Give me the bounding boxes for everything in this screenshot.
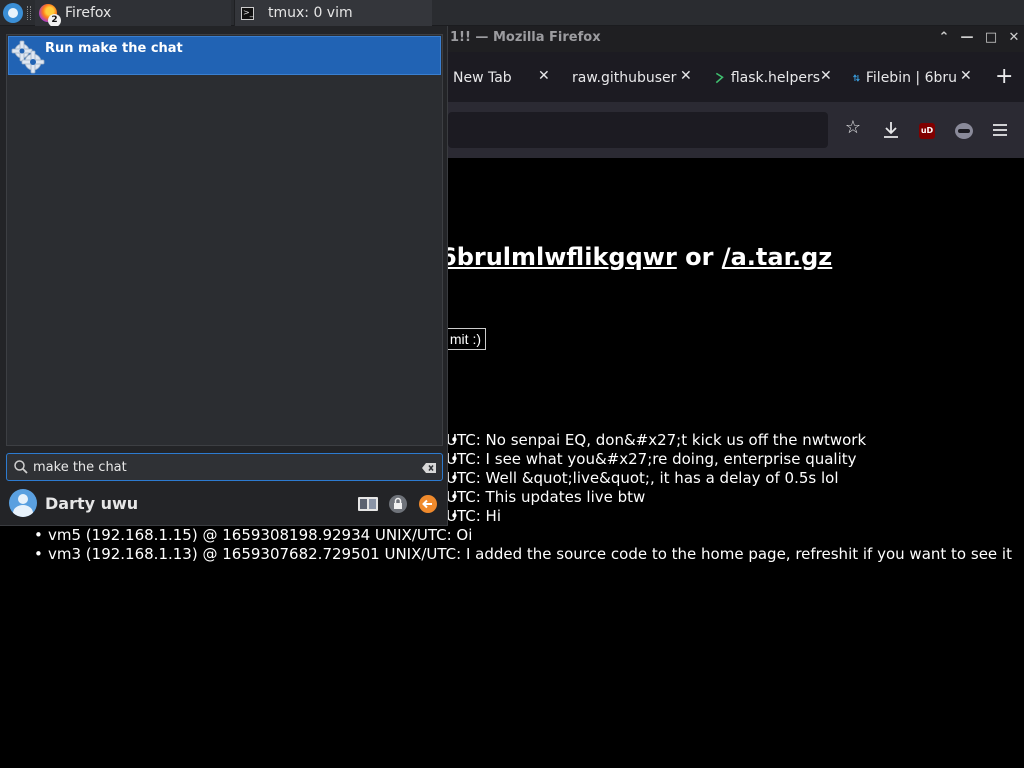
chat-message: vm5 (192.168.1.15) @ 1659308198.92934 UN… <box>30 526 1020 545</box>
tab-close-icon[interactable]: ✕ <box>538 68 550 84</box>
chat-message: UTC: Well &quot;live&quot;, it has a del… <box>446 469 1020 488</box>
launcher-results: Run make the chat <box>6 34 443 446</box>
ublock-icon[interactable]: uD <box>919 123 935 139</box>
new-tab-button[interactable]: + <box>995 64 1013 89</box>
tab-label: raw.githubuserc <box>572 70 677 86</box>
tab-raw-github[interactable]: raw.githubuserc <box>572 64 677 92</box>
chat-message: UTC: No senpai EQ, don&#x27;t kick us of… <box>446 431 1020 450</box>
window-title: 1!! — Mozilla Firefox <box>450 30 601 45</box>
tarball-link[interactable]: /a.tar.gz <box>722 243 832 271</box>
lock-icon[interactable] <box>387 494 409 514</box>
result-label: Run make the chat <box>45 41 183 56</box>
tab-filebin[interactable]: Filebin | 6bru <box>853 64 957 92</box>
launcher-search <box>6 453 443 481</box>
taskbar-item-label: tmux: 0 vim <box>268 5 353 21</box>
chat-message: UTC: Hi <box>446 507 1020 526</box>
username: Darty uwu <box>45 494 139 513</box>
restore-button[interactable]: □ <box>982 29 1000 47</box>
chat-message: UTC: I see what you&#x27;re doing, enter… <box>446 450 1020 469</box>
clear-search-icon[interactable] <box>421 462 437 474</box>
chat-message: vm3 (192.168.1.13) @ 1659307682.729501 U… <box>30 545 1020 564</box>
tab-close-icon[interactable]: ✕ <box>680 68 692 84</box>
avatar[interactable] <box>9 489 37 517</box>
taskbar-handle[interactable] <box>27 6 31 20</box>
gears-icon <box>11 40 45 74</box>
search-icon <box>14 460 28 474</box>
terminal-icon: >_ <box>241 6 254 20</box>
search-input[interactable] <box>33 457 413 477</box>
tab-close-icon[interactable]: ✕ <box>960 68 972 84</box>
tab-new-tab[interactable]: New Tab <box>453 64 533 92</box>
app-launcher: Run make the chat Darty uwu <box>0 26 448 526</box>
maximize-up-icon[interactable]: ⌃ <box>935 29 953 47</box>
spy-icon[interactable] <box>955 123 973 139</box>
firefox-icon: 2 <box>39 4 61 27</box>
user-bar: Darty uwu <box>0 486 448 524</box>
tab-flask-helpers[interactable]: flask.helpers <box>714 64 820 92</box>
taskbar: 2 Firefox >_ tmux: 0 vim <box>0 0 1024 27</box>
result-run-command[interactable]: Run make the chat <box>8 36 441 75</box>
page-heading: 6brulmlwflikgqwr or /a.tar.gz <box>440 243 832 271</box>
tab-label: Filebin | 6bru <box>865 70 957 86</box>
star-icon[interactable]: ☆ <box>842 117 864 139</box>
app-menu-icon[interactable] <box>3 3 23 23</box>
tab-label: flask.helpers <box>730 70 820 86</box>
hamburger-icon[interactable] <box>989 119 1011 141</box>
url-bar[interactable] <box>448 112 828 148</box>
taskbar-item-firefox[interactable]: 2 Firefox <box>35 0 231 27</box>
tab-close-icon[interactable]: ✕ <box>820 68 832 84</box>
filebin-link[interactable]: 6brulmlwflikgqwr <box>440 243 677 271</box>
heading-or: or <box>685 243 714 271</box>
minimize-button[interactable]: — <box>958 29 976 47</box>
chat-message: UTC: This updates live btw <box>446 488 1020 507</box>
switch-user-icon[interactable] <box>357 494 379 514</box>
taskbar-item-label: Firefox <box>65 5 112 21</box>
download-icon[interactable] <box>880 119 902 141</box>
logout-icon[interactable] <box>417 494 439 514</box>
taskbar-item-tmux[interactable]: >_ tmux: 0 vim <box>234 0 432 26</box>
tab-label: New Tab <box>453 70 512 86</box>
filebin-icon <box>853 74 860 82</box>
flask-icon <box>715 72 724 84</box>
close-window-button[interactable]: ✕ <box>1005 29 1023 47</box>
